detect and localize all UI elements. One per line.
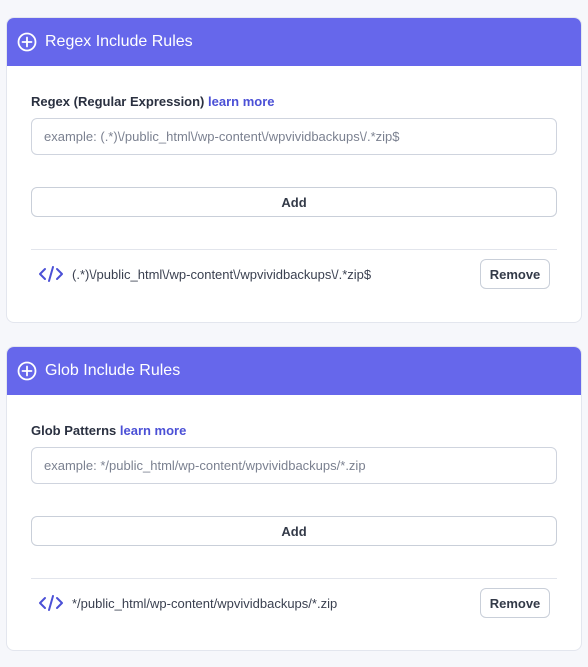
regex-learn-more-link[interactable]: learn more: [208, 94, 274, 109]
regex-add-button[interactable]: Add: [31, 187, 557, 217]
glob-rule-text: */public_html/wp-content/wpvividbackups/…: [72, 595, 338, 611]
rules-panel: Regex Include Rules Regex (Regular Expre…: [0, 0, 588, 667]
regex-rule-text: (.*)\/public_html\/wp-content\/wpvividba…: [72, 266, 372, 282]
glob-card-header[interactable]: Glob Include Rules: [7, 347, 581, 395]
regex-remove-button[interactable]: Remove: [480, 259, 550, 289]
glob-field-label-row: Glob Patterns learn more: [31, 423, 557, 439]
regex-input[interactable]: [31, 118, 557, 155]
regex-include-rules-card: Regex Include Rules Regex (Regular Expre…: [6, 17, 582, 323]
regex-field-label-row: Regex (Regular Expression) learn more: [31, 94, 557, 110]
glob-field-label: Glob Patterns: [31, 423, 117, 438]
glob-add-button[interactable]: Add: [31, 516, 557, 546]
glob-learn-more-link[interactable]: learn more: [120, 423, 186, 438]
regex-card-header[interactable]: Regex Include Rules: [7, 18, 581, 66]
plus-circle-icon[interactable]: [17, 32, 37, 52]
glob-card-body: Glob Patterns learn more Add */public_ht…: [7, 395, 581, 627]
glob-include-rules-card: Glob Include Rules Glob Patterns learn m…: [6, 346, 582, 651]
glob-card-title: Glob Include Rules: [45, 362, 181, 379]
code-icon: [38, 265, 64, 283]
regex-rule-item: (.*)\/public_html\/wp-content\/wpvividba…: [31, 250, 557, 298]
regex-card-body: Regex (Regular Expression) learn more Ad…: [7, 66, 581, 298]
glob-remove-button[interactable]: Remove: [480, 588, 550, 618]
code-icon: [38, 594, 64, 612]
glob-input[interactable]: [31, 447, 557, 484]
regex-card-title: Regex Include Rules: [45, 33, 193, 50]
regex-field-label: Regex (Regular Expression): [31, 94, 205, 109]
glob-rule-item: */public_html/wp-content/wpvividbackups/…: [31, 579, 557, 627]
plus-circle-icon[interactable]: [17, 361, 37, 381]
